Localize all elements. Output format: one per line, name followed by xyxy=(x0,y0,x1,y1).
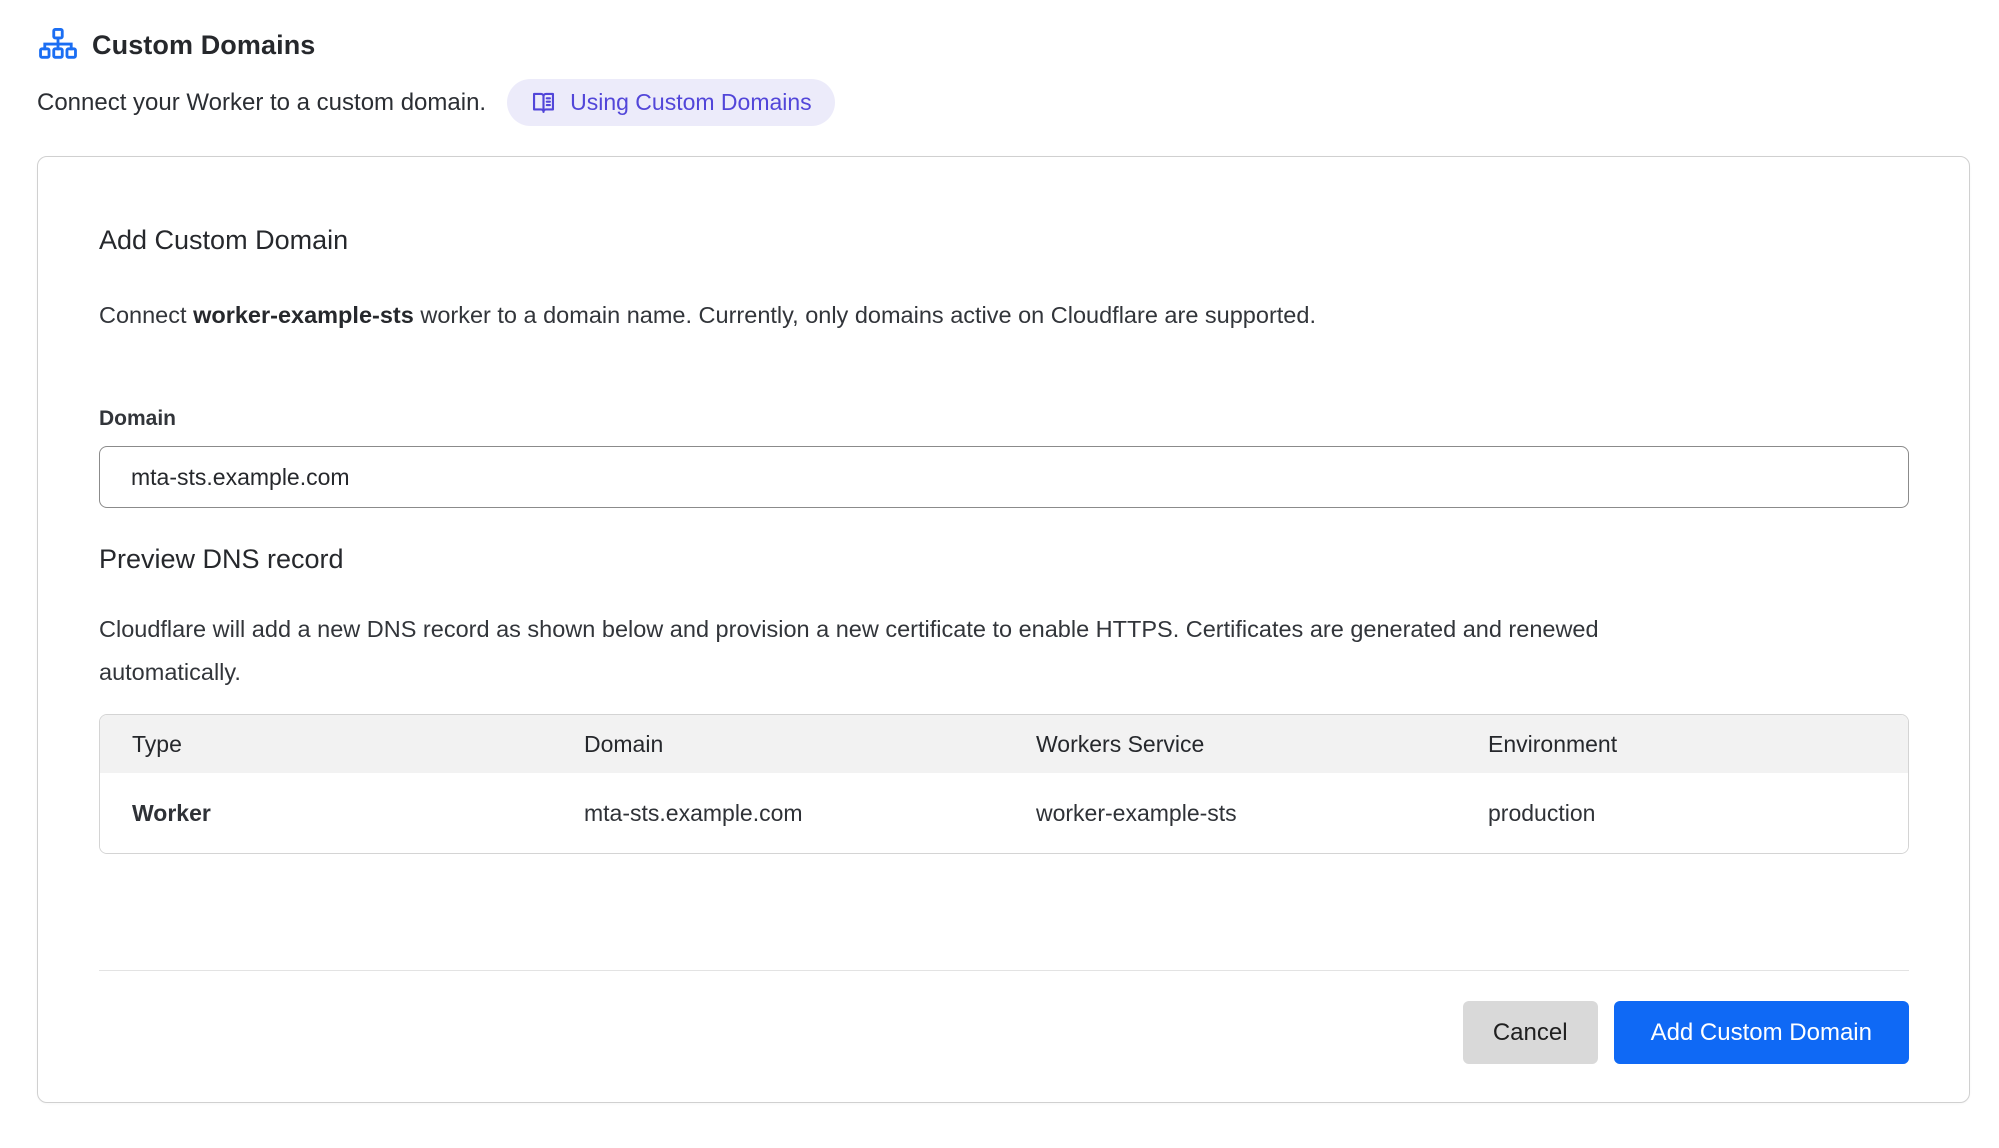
column-header-environment: Environment xyxy=(1456,715,1908,773)
sitemap-icon xyxy=(39,28,77,62)
add-custom-domain-card: Add Custom Domain Connect worker-example… xyxy=(37,156,1970,1103)
cell-workers-service: worker-example-sts xyxy=(1004,773,1456,853)
column-header-domain: Domain xyxy=(552,715,1004,773)
domain-label: Domain xyxy=(99,407,1909,431)
description-suffix: worker to a domain name. Currently, only… xyxy=(414,302,1316,328)
cancel-button[interactable]: Cancel xyxy=(1463,1001,1598,1064)
dialog-heading: Add Custom Domain xyxy=(99,225,1909,256)
footer-actions: Cancel Add Custom Domain xyxy=(99,1001,1909,1064)
add-custom-domain-button[interactable]: Add Custom Domain xyxy=(1614,1001,1909,1064)
column-header-workers-service: Workers Service xyxy=(1004,715,1456,773)
subtitle-row: Connect your Worker to a custom domain. … xyxy=(37,79,1970,126)
dialog-description: Connect worker-example-sts worker to a d… xyxy=(99,294,1909,337)
column-header-type: Type xyxy=(100,715,552,773)
footer-divider xyxy=(99,970,1909,971)
domain-input[interactable] xyxy=(99,446,1909,508)
description-prefix: Connect xyxy=(99,302,193,328)
page-title: Custom Domains xyxy=(92,30,315,61)
cell-type: Worker xyxy=(100,773,552,853)
open-book-icon xyxy=(530,89,557,116)
page-subtitle: Connect your Worker to a custom domain. xyxy=(37,89,486,117)
custom-domains-page: Custom Domains Connect your Worker to a … xyxy=(0,0,1999,1103)
table-header-row: Type Domain Workers Service Environment xyxy=(100,715,1908,773)
cell-domain: mta-sts.example.com xyxy=(552,773,1004,853)
dns-preview-table: Type Domain Workers Service Environment … xyxy=(99,714,1909,854)
preview-dns-heading: Preview DNS record xyxy=(99,544,1909,575)
page-header: Custom Domains xyxy=(37,28,1970,62)
using-custom-domains-link[interactable]: Using Custom Domains xyxy=(507,79,835,126)
cell-environment: production xyxy=(1456,773,1908,853)
table-row: Worker mta-sts.example.com worker-exampl… xyxy=(100,773,1908,853)
preview-dns-description: Cloudflare will add a new DNS record as … xyxy=(99,608,1609,694)
worker-name: worker-example-sts xyxy=(193,302,414,328)
docs-link-label: Using Custom Domains xyxy=(570,89,812,116)
